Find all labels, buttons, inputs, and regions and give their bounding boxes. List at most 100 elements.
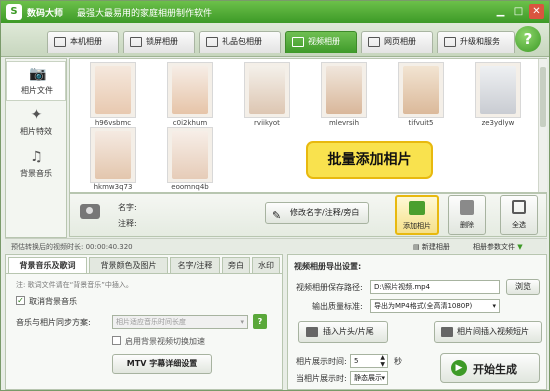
app-window: S 数码大师 最强大最易用的家庭相册制作软件 ▁ □ ✕ 本机相册 锁屏相册 礼…	[0, 0, 550, 391]
photo-name: c0i2khum	[172, 119, 208, 127]
baby-photo	[249, 66, 285, 114]
photo-list-scrollbar[interactable]	[538, 59, 547, 192]
camera-icon: 📷	[29, 66, 47, 82]
titlebar: S 数码大师 最强大最易用的家庭相册制作软件 ▁ □ ✕	[1, 1, 549, 23]
chevron-down-icon: ▾	[240, 318, 244, 326]
quality-label: 输出质量标准:	[312, 302, 363, 311]
sync-select[interactable]: 相片适应音乐时间长度 ▾	[112, 315, 248, 329]
select-all-button[interactable]: 全选	[500, 195, 538, 235]
mtv-subtitle-button[interactable]: MTV 字幕详细设置	[112, 354, 212, 374]
photo-info-bar: 名字: 注释: ✎ 修改名字/注释/旁白 添加相片 删除 全选	[69, 193, 547, 237]
baby-photo	[480, 66, 516, 114]
tab-video-album[interactable]: 视频相册	[285, 31, 357, 53]
maximize-icon[interactable]: □	[511, 4, 526, 19]
new-album-icon: ▤	[413, 243, 422, 251]
app-logo-icon: S	[6, 4, 22, 20]
minimize-icon[interactable]: ▁	[493, 4, 508, 19]
album-params-menu[interactable]: 相册参数文件 ▼	[473, 242, 523, 252]
photo-thumbnail[interactable]	[90, 127, 136, 183]
cancel-music-checkbox[interactable]: ✓	[16, 296, 25, 305]
export-title: 视频相册导出设置:	[294, 262, 362, 271]
tab-watermark[interactable]: 水印	[252, 257, 280, 273]
display-mode-select[interactable]: 静态展示 ▾	[350, 371, 388, 385]
browse-button[interactable]: 浏览	[506, 279, 540, 295]
tab-upgrade-service[interactable]: 升级和服务	[437, 31, 515, 53]
photo-name: h96vsbmc	[94, 119, 132, 127]
tab-divider	[6, 273, 282, 274]
lyrics-hint: 注: 歌词文件请在“背景音乐”中插入。	[16, 281, 133, 289]
baby-photo	[172, 66, 208, 114]
film-icon	[292, 37, 304, 47]
photo-thumbnail[interactable]	[321, 62, 367, 118]
sidebar-item-photo-files[interactable]: 📷 相片文件	[6, 61, 66, 101]
quality-select[interactable]: 导出为MP4格式(全高清1080P) ▾	[370, 299, 500, 313]
close-icon[interactable]: ✕	[529, 4, 544, 19]
add-photo-icon	[409, 201, 425, 215]
baby-photo	[95, 66, 131, 114]
tab-bg-color-image[interactable]: 背景颜色及图片	[89, 257, 168, 273]
new-album-link[interactable]: ▤ 新建相册	[413, 242, 450, 252]
play-icon: ▶	[451, 360, 467, 376]
cancel-music-label: 取消背景音乐	[29, 297, 77, 306]
baby-photo	[326, 66, 362, 114]
switch-accel-checkbox[interactable]	[112, 336, 121, 345]
display-mode-label: 当相片展示时:	[296, 374, 347, 383]
tab-local-album[interactable]: 本机相册	[47, 31, 119, 53]
dropdown-arrow-icon: ▼	[515, 243, 523, 251]
music-icon: ♫	[30, 149, 43, 165]
photo-name: tifvuit5	[408, 119, 434, 127]
status-bar: 预估转换后的视频时长: 00:00:40.320 ▤ 新建相册 相册参数文件 ▼	[5, 238, 547, 253]
sidebar: 📷 相片文件 ✦ 相片特效 ♫ 背景音乐	[5, 58, 67, 238]
photo-time-input[interactable]: 5 ▲ ▼	[350, 354, 388, 368]
save-path-input[interactable]: D:\照片视频.mp4	[370, 280, 500, 294]
photo-thumbnail[interactable]	[475, 62, 521, 118]
photo-thumbnail[interactable]	[90, 62, 136, 118]
sidebar-item-background-music[interactable]: ♫ 背景音乐	[6, 145, 66, 185]
delete-button[interactable]: 删除	[448, 195, 486, 235]
app-subtitle: 最强大最易用的家庭相册制作软件	[77, 9, 213, 19]
photo-name: hkmw3q73	[93, 183, 133, 191]
video-icon	[306, 327, 318, 337]
tab-music-lyrics[interactable]: 背景音乐及歌词	[8, 257, 87, 273]
nav-tabs: 本机相册 锁屏相册 礼品包相册 视频相册 网页相册 升级和服务 ?	[1, 23, 549, 57]
photo-thumbnail[interactable]	[398, 62, 444, 118]
app-name: 数码大师	[27, 9, 64, 19]
tab-narration[interactable]: 旁白	[222, 257, 250, 273]
photo-name: ze3ydlyw	[481, 119, 515, 127]
sidebar-item-photo-effects[interactable]: ✦ 相片特效	[6, 103, 66, 143]
tab-gift-album[interactable]: 礼品包相册	[199, 31, 281, 53]
photo-time-unit: 秒	[394, 357, 402, 366]
switch-accel-label: 启用背景视频切换加速	[125, 337, 205, 346]
monitor-icon	[130, 37, 142, 47]
baby-photo	[172, 131, 208, 179]
insert-head-tail-button[interactable]: 插入片头/片尾	[298, 321, 388, 343]
baby-photo	[95, 131, 131, 179]
video-icon	[441, 327, 453, 337]
batch-add-tooltip: 批量添加相片	[306, 141, 433, 179]
photo-thumbnail[interactable]	[167, 62, 213, 118]
effects-icon: ✦	[30, 107, 43, 123]
sync-label: 音乐与相片同步方案:	[16, 318, 91, 327]
duration-estimate: 预估转换后的视频时长: 00:00:40.320	[11, 243, 133, 251]
scrollbar-thumb[interactable]	[540, 67, 546, 127]
start-generate-button[interactable]: ▶ 开始生成	[440, 353, 540, 383]
add-photo-button[interactable]: 添加相片	[395, 195, 439, 235]
insert-between-button[interactable]: 相片间插入视频短片	[434, 321, 542, 343]
tab-name-note[interactable]: 名字/注释	[170, 257, 220, 273]
sync-help-button[interactable]: ?	[253, 314, 267, 329]
baby-photo	[403, 66, 439, 114]
edit-name-note-button[interactable]: ✎ 修改名字/注释/旁白	[265, 202, 369, 224]
name-label: 名字:	[118, 203, 137, 212]
help-button[interactable]: ?	[515, 26, 541, 52]
tab-web-album[interactable]: 网页相册	[361, 31, 433, 53]
gift-icon	[206, 37, 218, 47]
computer-icon	[54, 37, 66, 47]
photo-name: eoomnq4b	[171, 183, 209, 191]
export-settings-panel: 视频相册导出设置: 视频相册保存路径: D:\照片视频.mp4 浏览 输出质量标…	[287, 254, 547, 390]
chevron-down-icon: ▾	[381, 374, 385, 382]
photo-thumbnail[interactable]	[167, 127, 213, 183]
photo-thumbnail[interactable]	[244, 62, 290, 118]
tab-lockscreen-album[interactable]: 锁屏相册	[123, 31, 195, 53]
camera-icon	[80, 204, 100, 219]
stepper-arrows-icon[interactable]: ▲ ▼	[380, 354, 385, 368]
